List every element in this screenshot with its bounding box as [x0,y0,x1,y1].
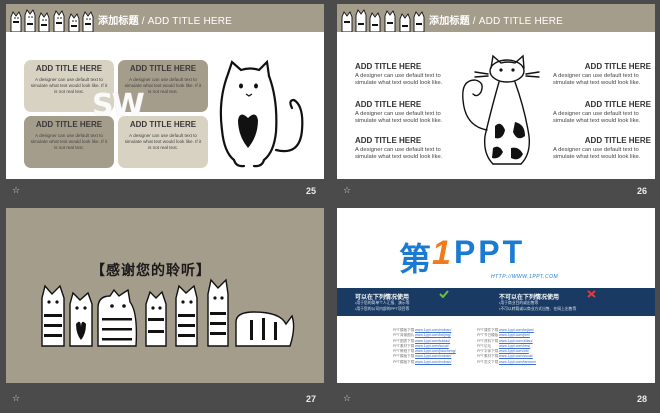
allowed-line-2: •用于您的公司内部的PPT项目等 [355,307,410,311]
slide-thumbnail-26[interactable]: 添加标题 / ADD TITLE HERE ADD TITLE HERE A d… [337,4,655,197]
brand-ppt: PPT [453,234,526,270]
header-title-en: / ADD TITLE HERE [141,16,233,27]
text-box-body: A designer can use default text to simul… [30,133,108,150]
watermark-text: SW [92,88,145,123]
sitting-cat-illustration [219,60,304,168]
item-text: A designer can use default text to simul… [553,147,641,160]
text-box-body: A designer can use default text to simul… [124,133,202,150]
forbidden-line-1: •用于商业目的或出售等 [499,301,539,305]
curly-tail-cat-illustration [462,54,540,165]
slide-sorter-view: 添加标题 / ADD TITLE HERE ADD TITLE HERE A d… [0,0,660,413]
item-text: A designer can use default text to simul… [355,111,443,124]
cats-row-icon [341,9,425,32]
star-icon[interactable]: ☆ [343,394,351,404]
left-item-3: ADD TITLE HERE A designer can use defaul… [355,136,455,161]
item-title: ADD TITLE HERE [355,62,422,71]
forbidden-title: 不可以在下列情况使用 [499,295,560,301]
slide-28: 第1PPT HTTP://WWW.1PPT.COM 可以在下列情况使用 •用于您… [337,208,655,383]
item-title: ADD TITLE HERE [584,100,651,109]
slide-thumbnail-27[interactable]: 【感谢您的聆听】 ☆ 27 [6,208,324,404]
star-icon[interactable]: ☆ [12,394,20,404]
star-icon[interactable]: ☆ [343,186,351,196]
slide-number: 27 [305,394,316,404]
item-text: A designer can use default text to simul… [355,147,443,160]
star-icon[interactable]: ☆ [12,186,20,196]
right-item-2: ADD TITLE HERE A designer can use defaul… [553,100,651,125]
slide-number: 26 [636,186,647,196]
text-box-3: ADD TITLE HERE A designer can use defaul… [24,116,114,168]
cats-group-illustration [41,278,295,347]
header-title-cn: 添加标题 [429,16,470,27]
forbidden-line-2: •不可以转载或以商业方式出售、在网上出售等 [499,307,577,311]
cats-row-icon [10,9,94,32]
slide-number: 28 [636,394,647,404]
slide-header-title: 添加标题 / ADD TITLE HERE [98,12,232,27]
slide-footer: ☆ 28 [337,390,655,408]
right-item-1: ADD TITLE HERE A designer can use defaul… [553,62,651,87]
item-title: ADD TITLE HERE [584,136,651,145]
slide-26: 添加标题 / ADD TITLE HERE ADD TITLE HERE A d… [337,4,655,179]
link-row[interactable]: PPT模板下载www.1ppt.com/moban/ [393,360,456,365]
slide-footer: ☆ 26 [337,182,655,200]
slide-footer: ☆ 27 [6,390,324,408]
slide-number: 25 [305,186,316,196]
item-title: ADD TITLE HERE [584,62,651,71]
left-item-1: ADD TITLE HERE A designer can use defaul… [355,62,455,87]
slide-27: 【感谢您的聆听】 [6,208,324,383]
thank-you-heading: 【感谢您的聆听】 [91,263,211,279]
resource-links-right: PPT课件下载www.1ppt.com/kejian/ PPT节日模板www.1… [477,328,536,365]
check-icon [439,290,449,298]
text-box-title: ADD TITLE HERE [35,64,103,73]
brand-logo: 第1PPT HTTP://WWW.1PPT.COM [399,234,558,280]
right-item-3: ADD TITLE HERE A designer can use defaul… [553,136,651,161]
header-title-cn: 添加标题 [98,16,139,27]
left-item-2: ADD TITLE HERE A designer can use defaul… [355,100,455,125]
text-box-4: ADD TITLE HERE A designer can use defaul… [118,116,208,168]
resource-links-left: PPT模板下载www.1ppt.com/moban/ PPT背景图片www.1p… [393,328,456,365]
slide-thumbnail-28[interactable]: 第1PPT HTTP://WWW.1PPT.COM 可以在下列情况使用 •用于您… [337,208,655,404]
usage-panel: 可以在下列情况使用 •用于您的简单个人汇报、演示等 •用于您的公司内部的PPT项… [337,288,655,316]
header-title-en: / ADD TITLE HERE [472,16,564,27]
item-title: ADD TITLE HERE [355,100,422,109]
slide-header-bar: 添加标题 / ADD TITLE HERE [337,4,655,32]
brand-url: HTTP://WWW.1PPT.COM [491,274,559,280]
brand-one: 1 [432,234,451,272]
allowed-line-1: •用于您的简单个人汇报、演示等 [355,301,410,305]
slide-header-bar: 添加标题 / ADD TITLE HERE [6,4,324,32]
slide-header-title: 添加标题 / ADD TITLE HERE [429,12,563,27]
link-row[interactable]: PPT范文下载www.1ppt.com/fanwen/ [477,360,536,365]
item-title: ADD TITLE HERE [355,136,422,145]
item-text: A designer can use default text to simul… [355,73,443,86]
brand-di: 第 [399,240,432,278]
slide-thumbnail-25[interactable]: 添加标题 / ADD TITLE HERE ADD TITLE HERE A d… [6,4,324,197]
text-box-title: ADD TITLE HERE [129,64,197,73]
allowed-title: 可以在下列情况使用 [355,295,410,301]
cross-icon [587,290,596,298]
slide-footer: ☆ 25 [6,182,324,200]
slide-25: 添加标题 / ADD TITLE HERE ADD TITLE HERE A d… [6,4,324,179]
item-text: A designer can use default text to simul… [553,111,641,124]
item-text: A designer can use default text to simul… [553,73,641,86]
